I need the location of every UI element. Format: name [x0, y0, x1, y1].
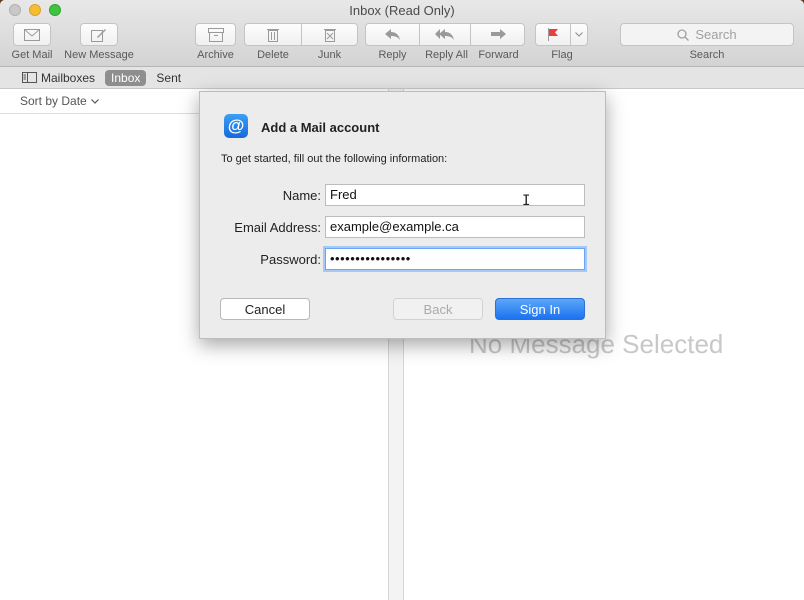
reply-button[interactable]: [365, 23, 420, 46]
reply-all-button[interactable]: [419, 23, 471, 46]
favorite-sent[interactable]: Sent: [150, 70, 187, 86]
delete-button[interactable]: [244, 23, 302, 46]
archive-label: Archive: [197, 49, 234, 61]
junk-button[interactable]: [301, 23, 358, 46]
name-row: Name: Fred: [200, 184, 607, 206]
back-button[interactable]: Back: [393, 298, 483, 320]
search-label: Search: [689, 49, 725, 61]
email-field[interactable]: example@example.ca: [325, 216, 585, 238]
text-cursor-icon: I: [522, 193, 531, 209]
mail-window: Inbox (Read Only) Get Mail New Message A…: [0, 0, 804, 600]
dialog-title: Add a Mail account: [261, 120, 380, 135]
flag-icon: [548, 28, 558, 41]
chevron-down-icon: [90, 98, 99, 104]
sort-by-label[interactable]: Sort by Date: [20, 94, 87, 108]
mailboxes-label: Mailboxes: [41, 70, 96, 85]
search-placeholder: Search: [695, 27, 737, 42]
mailboxes-button[interactable]: Mailboxes: [16, 70, 101, 86]
sidebar-toggle-icon: [22, 72, 37, 83]
chevron-down-icon: [575, 32, 583, 37]
window-title: Inbox (Read Only): [349, 3, 455, 18]
new-message-label: New Message: [64, 49, 134, 61]
forward-button[interactable]: [470, 23, 525, 46]
password-field[interactable]: ••••••••••••••••: [325, 248, 585, 270]
get-mail-label: Get Mail: [11, 49, 53, 61]
flag-label: Flag: [551, 49, 573, 61]
cancel-button[interactable]: Cancel: [220, 298, 310, 320]
reply-label: Reply: [378, 49, 407, 61]
flag-dropdown-button[interactable]: [570, 23, 588, 46]
favorites-bar: Mailboxes Inbox Sent: [0, 67, 804, 89]
email-row: Email Address: example@example.ca: [200, 216, 607, 238]
archive-button[interactable]: [195, 23, 236, 46]
junk-bin-icon: [323, 29, 336, 42]
reply-all-label: Reply All: [425, 49, 468, 61]
compose-icon: [91, 28, 106, 42]
envelope-icon: [24, 28, 40, 41]
at-sign-icon: @: [224, 114, 248, 138]
junk-label: Junk: [317, 49, 342, 61]
delete-label: Delete: [257, 49, 289, 61]
password-row: Password: ••••••••••••••••: [200, 248, 607, 270]
archive-box-icon: [207, 27, 224, 42]
search-icon: [677, 28, 690, 41]
reply-arrow-icon: [384, 28, 400, 40]
get-mail-button[interactable]: [13, 23, 51, 46]
name-field[interactable]: Fred: [325, 184, 585, 206]
add-account-dialog: @ Add a Mail account To get started, fil…: [199, 91, 606, 339]
forward-arrow-icon: [490, 28, 506, 39]
trash-icon: [267, 29, 279, 42]
forward-label: Forward: [478, 49, 519, 61]
favorite-inbox[interactable]: Inbox: [105, 69, 147, 86]
toolbar: Inbox (Read Only) Get Mail New Message A…: [0, 0, 804, 67]
name-label: Name:: [282, 188, 321, 203]
flag-button[interactable]: [535, 23, 571, 46]
search-input[interactable]: Search: [620, 23, 794, 46]
email-label: Email Address:: [234, 220, 321, 235]
reply-all-arrow-icon: [435, 28, 454, 40]
dialog-description: To get started, fill out the following i…: [221, 153, 448, 165]
sign-in-button[interactable]: Sign In: [495, 298, 585, 320]
new-message-button[interactable]: [80, 23, 118, 46]
password-label: Password:: [260, 252, 321, 267]
